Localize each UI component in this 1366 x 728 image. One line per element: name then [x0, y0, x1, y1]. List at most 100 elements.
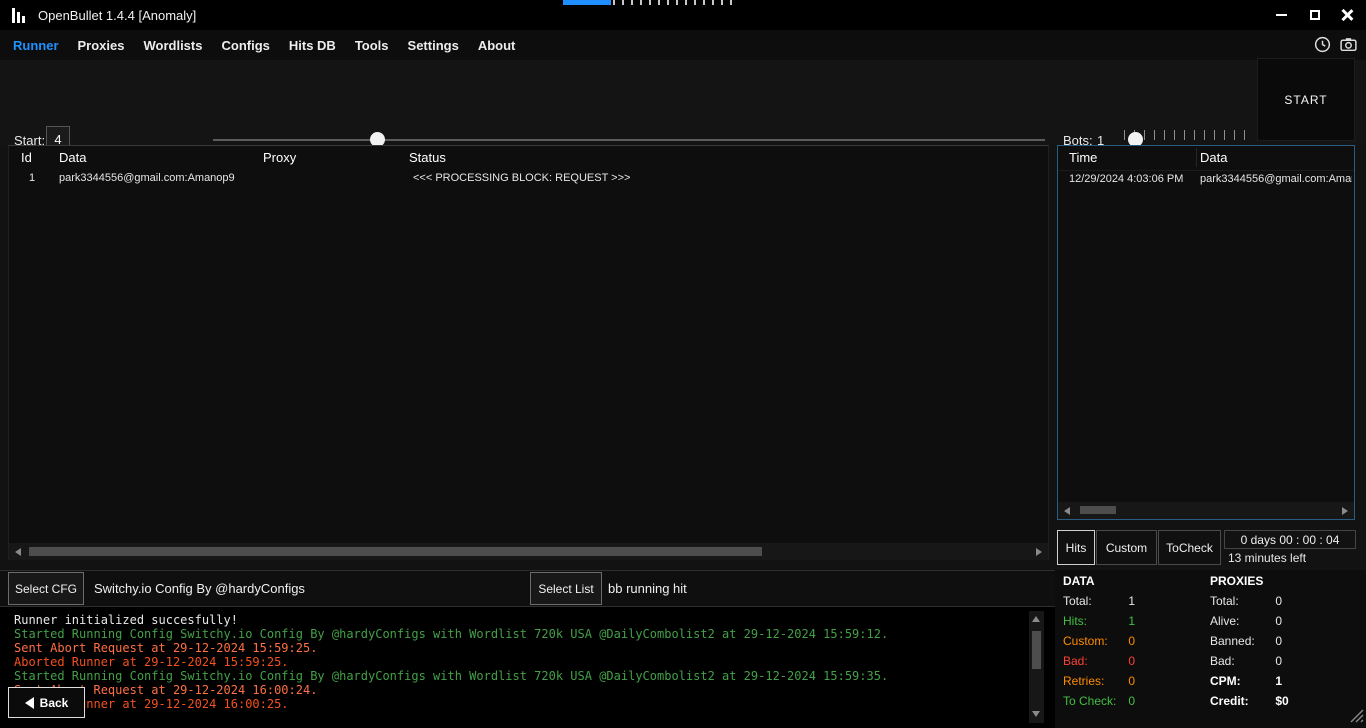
stat-label: Total: [1210, 594, 1272, 608]
stat-value: 1 [1275, 674, 1282, 688]
results-table: Id Data Proxy Status 1 park3344556@gmail… [8, 145, 1049, 560]
select-list-button[interactable]: Select List [530, 572, 602, 605]
tab-hits[interactable]: Hits [1057, 530, 1095, 565]
column-divider [1196, 148, 1197, 167]
back-button-label: Back [40, 696, 69, 710]
stat-label: Custom: [1063, 634, 1125, 648]
results-table-header: Id Data Proxy Status [9, 146, 1048, 170]
table-row[interactable]: 1 park3344556@gmail.com:Amanop9 <<< PROC… [9, 170, 1048, 188]
close-button[interactable] [1330, 0, 1364, 30]
runner-controls: Start: Prog: 3 / 17 (23 %) Bots: 1 Prox:… [0, 60, 1366, 145]
cell-id: 1 [29, 172, 35, 184]
close-icon [1340, 8, 1354, 22]
stat-proxies-banned: Banned: 0 [1210, 634, 1289, 654]
stat-label: CPM: [1210, 674, 1272, 688]
time-left-label: 13 minutes left [1228, 551, 1306, 565]
selected-config-name: Switchy.io Config By @hardyConfigs [94, 581, 305, 596]
scroll-right-icon[interactable] [1342, 507, 1348, 515]
menu-item-proxies[interactable]: Proxies [78, 38, 125, 53]
menu-item-hitsdb[interactable]: Hits DB [289, 38, 336, 53]
hits-panel: Time Data 12/29/2024 4:03:06 PM park3344… [1057, 145, 1355, 520]
stat-data-total: Total: 1 [1063, 594, 1135, 614]
stat-data-bad: Bad: 0 [1063, 654, 1135, 674]
log-scrollbar-thumb[interactable] [1032, 631, 1041, 669]
stat-label: Bad: [1210, 654, 1272, 668]
hit-list-item[interactable]: 12/29/2024 4:03:06 PM park3344556@gmail.… [1058, 171, 1354, 189]
stat-data-retries: Retries: 0 [1063, 674, 1135, 694]
results-scrollbar-thumb[interactable] [29, 547, 762, 556]
col-header-id[interactable]: Id [21, 150, 32, 165]
scroll-up-icon[interactable] [1032, 616, 1040, 622]
stat-label: Hits: [1063, 614, 1125, 628]
log-line: Started Running Config Switchy.io Config… [14, 669, 1055, 683]
progress-slider-track[interactable] [213, 139, 1045, 141]
maximize-button[interactable] [1298, 0, 1332, 30]
cell-status: <<< PROCESSING BLOCK: REQUEST >>> [413, 172, 630, 184]
app-logo-icon [12, 7, 25, 23]
menu-item-wordlists[interactable]: Wordlists [143, 38, 202, 53]
stat-value: $0 [1275, 694, 1288, 708]
stat-value: 0 [1275, 634, 1282, 648]
log-line: Aborted Runner at 29-12-2024 16:00:25. [14, 697, 1055, 711]
proxies-stats-title: PROXIES [1210, 574, 1289, 594]
stat-label: Banned: [1210, 634, 1272, 648]
menu-item-configs[interactable]: Configs [221, 38, 269, 53]
col-header-time[interactable]: Time [1069, 150, 1097, 165]
tab-tocheck[interactable]: ToCheck [1158, 530, 1221, 565]
select-cfg-button[interactable]: Select CFG [8, 572, 84, 605]
stat-value: 1 [1128, 614, 1135, 628]
hits-horizontal-scrollbar[interactable] [1058, 502, 1354, 519]
menu-item-runner[interactable]: Runner [13, 38, 59, 53]
cell-data: park3344556@gmail.com:Amanop9 [59, 172, 235, 184]
scroll-left-icon[interactable] [1064, 507, 1070, 515]
stat-value: 0 [1275, 654, 1282, 668]
elapsed-timer: 0 days 00 : 00 : 04 [1224, 530, 1356, 549]
scroll-right-icon[interactable] [1036, 548, 1042, 556]
stat-proxies-credit: Credit: $0 [1210, 694, 1289, 714]
data-stats-title: DATA [1063, 574, 1135, 594]
stat-value: 0 [1128, 694, 1135, 708]
col-header-data[interactable]: Data [59, 150, 86, 165]
data-stats-column: DATA Total: 1 Hits: 1 Custom: 0 Bad: 0 R… [1063, 574, 1135, 714]
stat-label: Alive: [1210, 614, 1272, 628]
scroll-left-icon[interactable] [15, 548, 21, 556]
titlebar: OpenBullet 1.4.4 [Anomaly] [0, 0, 1366, 30]
scroll-down-icon[interactable] [1032, 711, 1040, 717]
col-header-status[interactable]: Status [409, 150, 446, 165]
openbullet-window: OpenBullet 1.4.4 [Anomaly] Runner Proxie… [0, 0, 1366, 728]
stat-proxies-alive: Alive: 0 [1210, 614, 1289, 634]
resize-grip-icon[interactable] [1350, 709, 1364, 726]
log-console: Runner initialized succesfully! Started … [0, 607, 1055, 728]
cell-hit-time: 12/29/2024 4:03:06 PM [1069, 173, 1183, 185]
col-header-hit-data[interactable]: Data [1200, 150, 1227, 165]
results-horizontal-scrollbar[interactable] [9, 543, 1048, 560]
log-vertical-scrollbar[interactable] [1029, 611, 1044, 723]
menu-item-about[interactable]: About [478, 38, 516, 53]
log-line: Runner initialized succesfully! [14, 613, 1055, 627]
stat-label: Total: [1063, 594, 1125, 608]
stat-proxies-bad: Bad: 0 [1210, 654, 1289, 674]
hits-scrollbar-thumb[interactable] [1080, 506, 1116, 514]
stat-value: 1 [1128, 594, 1135, 608]
menu-item-tools[interactable]: Tools [355, 38, 389, 53]
screenshot-camera-icon[interactable] [1339, 35, 1358, 57]
stat-data-hits: Hits: 1 [1063, 614, 1135, 634]
stat-proxies-total: Total: 0 [1210, 594, 1289, 614]
col-header-proxy[interactable]: Proxy [263, 150, 296, 165]
back-button[interactable]: Back [8, 687, 85, 718]
menu-item-settings[interactable]: Settings [408, 38, 459, 53]
minimize-button[interactable] [1264, 0, 1298, 30]
stat-value: 0 [1128, 634, 1135, 648]
start-runner-button[interactable]: START [1257, 58, 1355, 141]
titlebar-accent-bar [563, 0, 611, 5]
history-icon[interactable] [1313, 35, 1332, 57]
proxies-stats-column: PROXIES Total: 0 Alive: 0 Banned: 0 Bad:… [1210, 574, 1289, 714]
log-line: Started Running Config Switchy.io Config… [14, 627, 1055, 641]
stat-label: Retries: [1063, 674, 1125, 688]
log-line: Sent Abort Request at 29-12-2024 16:00:2… [14, 683, 1055, 697]
stat-value: 0 [1275, 614, 1282, 628]
stat-value: 0 [1128, 674, 1135, 688]
tab-custom[interactable]: Custom [1096, 530, 1157, 565]
selected-list-name: bb running hit [608, 581, 687, 596]
stat-label: To Check: [1063, 694, 1125, 708]
